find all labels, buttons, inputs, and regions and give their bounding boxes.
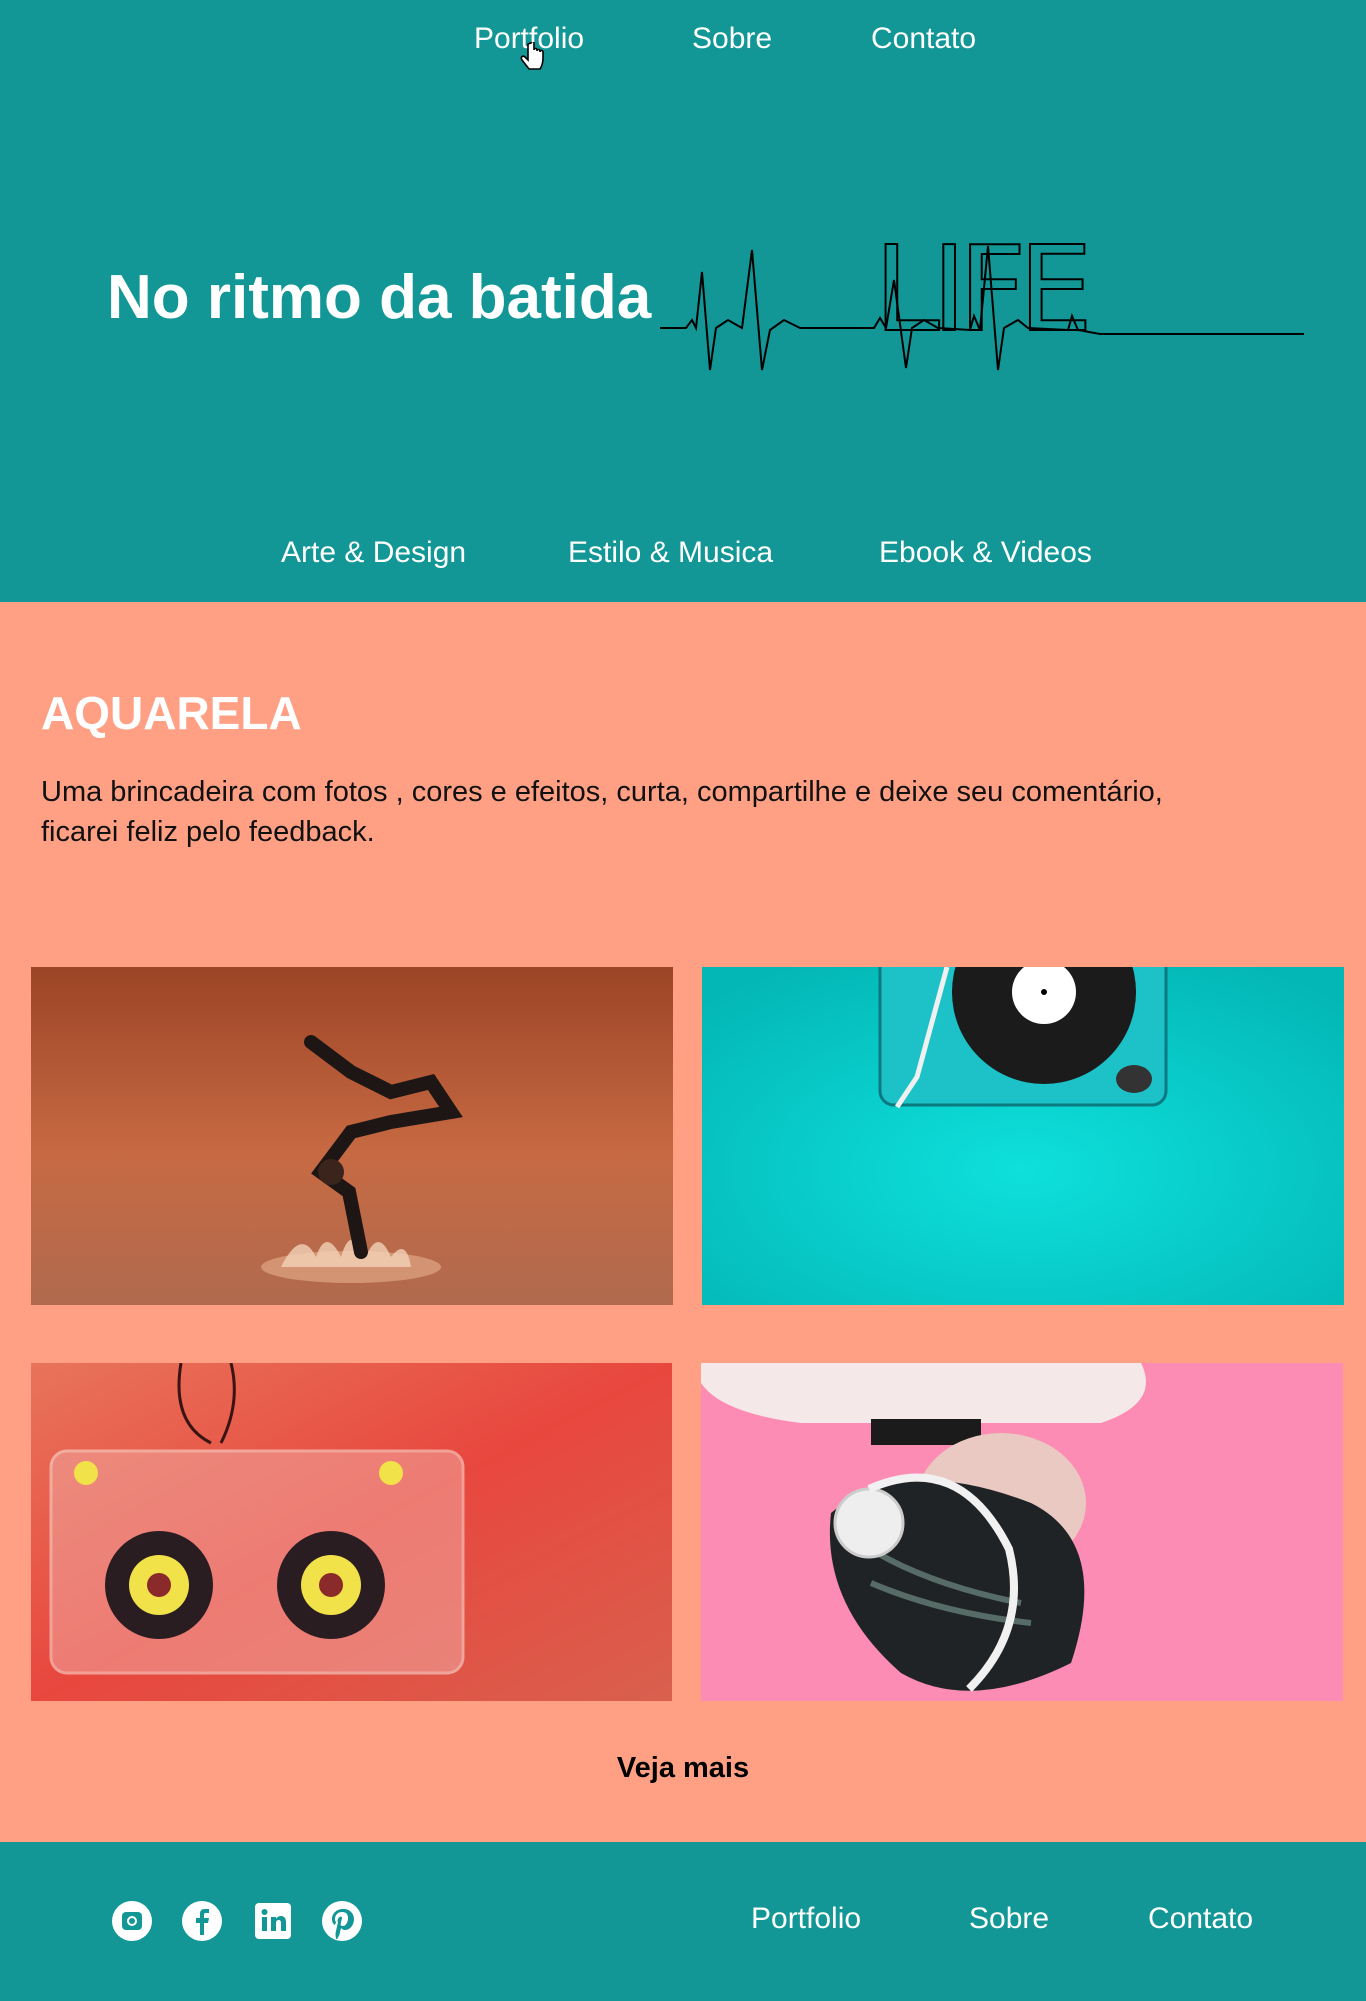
- pinterest-icon[interactable]: [322, 1901, 362, 1941]
- hero-title: No ritmo da batida: [107, 263, 652, 332]
- section-description: Uma brincadeira com fotos , cores e efei…: [41, 776, 1163, 848]
- footer-portfolio-link[interactable]: Portfolio: [751, 1902, 861, 1936]
- linkedin-icon[interactable]: [253, 1901, 293, 1941]
- subnav-arte-design-link[interactable]: Arte & Design: [281, 536, 466, 570]
- photo-turntable[interactable]: [702, 967, 1344, 1305]
- footer-sobre-link[interactable]: Sobre: [969, 1902, 1049, 1936]
- svg-text:LIFE: LIFE: [874, 220, 1086, 358]
- photo-headphones-woman[interactable]: [701, 1363, 1343, 1701]
- footer-contato-link[interactable]: Contato: [1148, 1902, 1253, 1936]
- top-nav: Portfolio Sobre Contato: [0, 0, 1366, 82]
- cursor-hand-icon: [520, 42, 544, 70]
- facebook-icon[interactable]: [182, 1901, 222, 1941]
- photo-cassette[interactable]: [31, 1363, 672, 1701]
- subnav-ebook-videos-link[interactable]: Ebook & Videos: [879, 536, 1092, 570]
- veja-mais-button[interactable]: Veja mais: [0, 1752, 1366, 1785]
- photo-dancer-splash[interactable]: [31, 967, 673, 1305]
- subnav-estilo-musica-link[interactable]: Estilo & Musica: [568, 536, 773, 570]
- nav-contato-link[interactable]: Contato: [871, 22, 976, 56]
- nav-sobre-link[interactable]: Sobre: [692, 22, 772, 56]
- section-title: AQUARELA: [41, 687, 302, 739]
- life-heartbeat-logo: LIFE: [660, 220, 1304, 371]
- instagram-icon[interactable]: [112, 1901, 152, 1941]
